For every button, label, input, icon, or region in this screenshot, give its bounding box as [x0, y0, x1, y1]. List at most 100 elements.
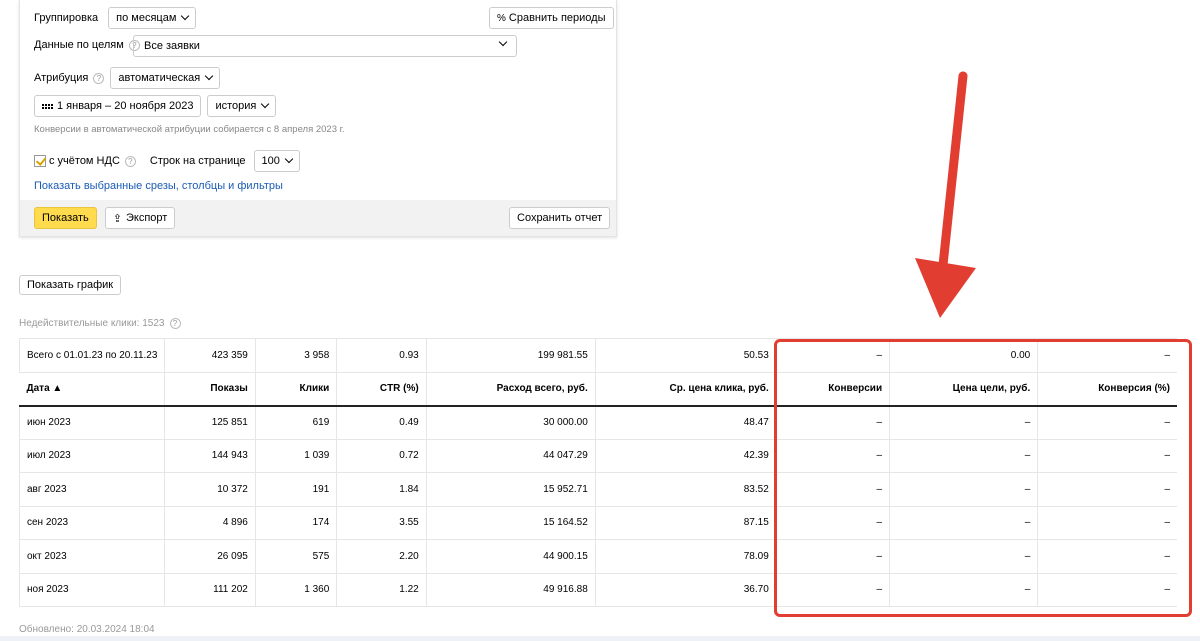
- total-cell: 0.00: [889, 338, 1039, 372]
- table-cell: 26 095: [164, 539, 256, 573]
- vat-label: с учётом НДС: [49, 155, 120, 167]
- column-header-impressions[interactable]: Показы: [164, 372, 256, 406]
- table-row: окт 2023 26 095 575 2.20 44 900.15 78.09– – –: [18, 539, 1177, 573]
- total-cell: 0.93: [336, 338, 427, 372]
- show-graph-button[interactable]: Показать график: [19, 275, 122, 295]
- calendar-icon: [42, 103, 53, 109]
- table-cell: 49 916.88: [426, 573, 596, 607]
- total-cell: –: [1164, 349, 1170, 361]
- table-cell: –: [1164, 450, 1170, 462]
- chevron-down-icon: [181, 11, 190, 21]
- table-body: июн 2023 125 851 619 0.49 30 000.00 48.47– – – и…: [18, 405, 1177, 607]
- total-cell: 3 958: [255, 338, 338, 372]
- show-slices-link[interactable]: Показать выбранные срезы, столбцы и филь…: [34, 180, 283, 192]
- chevron-down-icon: [498, 37, 508, 47]
- rows-per-page-dropdown[interactable]: 100: [253, 150, 300, 172]
- help-icon[interactable]: ?: [169, 318, 181, 329]
- table-cell: 575: [255, 539, 338, 573]
- total-row: Всего с 01.01.23 по 20.11.23 423 359 3 9…: [18, 338, 1177, 372]
- table-cell: –: [889, 539, 1039, 573]
- percent-icon: %: [497, 12, 506, 24]
- attribution-label: Атрибуция: [34, 72, 89, 84]
- panel-footer: Показать ⇪ Экспорт Сохранить отчет: [20, 200, 616, 236]
- table-row: июл 2023 144 943 1 039 0.72 44 047.29 42.39– –…: [18, 439, 1177, 473]
- table-cell: 125 851: [164, 405, 256, 439]
- show-button[interactable]: Показать: [34, 207, 97, 229]
- table-cell: 15 952.71: [426, 472, 596, 506]
- grouping-dropdown[interactable]: по месяцам: [108, 7, 197, 29]
- chevron-down-icon: [261, 99, 270, 109]
- table-cell: июн 2023: [18, 405, 166, 439]
- table-cell: –: [1164, 550, 1170, 562]
- history-dropdown[interactable]: история: [207, 95, 277, 117]
- table-cell: 619: [255, 405, 338, 439]
- chevron-down-icon: [204, 71, 214, 81]
- table-cell: окт 2023: [18, 539, 166, 573]
- total-cell: 199 981.55: [426, 338, 596, 372]
- table-cell: –: [776, 472, 891, 506]
- rows-per-page-value: 100: [261, 155, 280, 167]
- save-report-button[interactable]: Сохранить отчет: [509, 207, 611, 229]
- goals-label: Данные по целям: [34, 39, 124, 51]
- table-cell: 15 164.52: [426, 506, 596, 540]
- table-cell: июл 2023: [18, 439, 166, 473]
- table-cell: –: [889, 405, 1039, 439]
- table-cell: –: [889, 439, 1039, 473]
- vat-checkbox[interactable]: [34, 155, 46, 167]
- total-cell: 50.53: [595, 338, 777, 372]
- stats-table: Всего с 01.01.23 по 20.11.23 423 359 3 9…: [18, 338, 1177, 607]
- date-range-value: 1 января – 20 ноября 2023: [57, 100, 194, 112]
- goals-select[interactable]: Все заявки: [133, 35, 517, 57]
- table-cell: 30 000.00: [426, 405, 596, 439]
- total-cell: –: [776, 338, 891, 372]
- attribution-value: автоматическая: [118, 72, 201, 84]
- column-header-spend[interactable]: Расход всего, руб.: [426, 372, 596, 406]
- table-cell: 1 360: [255, 573, 338, 607]
- table-cell: –: [889, 573, 1039, 607]
- table-row: июн 2023 125 851 619 0.49 30 000.00 48.47– – –: [18, 405, 1177, 439]
- table-cell: –: [1164, 417, 1170, 428]
- total-cell: 423 359: [164, 338, 256, 372]
- chevron-down-icon: [284, 154, 294, 164]
- column-header-date[interactable]: Дата ▲: [19, 372, 166, 406]
- export-button[interactable]: ⇪ Экспорт: [104, 207, 176, 229]
- table-cell: –: [776, 539, 891, 573]
- table-cell: 78.09: [595, 539, 777, 573]
- table-cell: –: [1164, 483, 1170, 495]
- table-cell: 1.22: [336, 573, 427, 607]
- help-icon[interactable]: ?: [124, 155, 136, 167]
- grouping-label: Группировка: [34, 12, 99, 24]
- compare-periods-button[interactable]: % Сравнить периоды: [489, 7, 614, 29]
- header-row: Дата ▲ Показы Клики CTR (%) Расход всего…: [19, 372, 1177, 406]
- table-cell: 36.70: [595, 573, 777, 607]
- table-cell: 1.84: [336, 472, 427, 506]
- table-cell: 0.72: [336, 439, 427, 473]
- table-cell: 144 943: [164, 439, 256, 473]
- column-header-conversions[interactable]: Конверсии: [776, 372, 891, 406]
- column-header-clicks[interactable]: Клики: [255, 372, 338, 406]
- goals-value: Все заявки: [144, 40, 200, 52]
- table-cell: 0.49: [336, 405, 427, 439]
- table-row: ноя 2023 111 202 1 360 1.22 49 916.88 36.70– –…: [18, 573, 1177, 607]
- rows-per-page-label: Строк на странице: [149, 155, 246, 167]
- table-cell: 10 372: [164, 472, 256, 506]
- table-cell: 48.47: [595, 405, 777, 439]
- table-cell: 87.15: [595, 506, 777, 540]
- help-icon[interactable]: ?: [93, 72, 105, 84]
- updated-timestamp: Обновлено: 20.03.2024 18:04: [19, 624, 155, 635]
- table-cell: 42.39: [595, 439, 777, 473]
- history-value: история: [215, 100, 257, 112]
- table-cell: –: [889, 472, 1039, 506]
- attribution-dropdown[interactable]: автоматическая: [110, 67, 221, 89]
- column-header-goal-cost[interactable]: Цена цели, руб.: [889, 372, 1039, 406]
- table-cell: 174: [255, 506, 338, 540]
- table-cell: 4 896: [164, 506, 256, 540]
- column-header-avg-cpc[interactable]: Ср. цена клика, руб.: [595, 372, 777, 406]
- bottom-strip: [0, 636, 1200, 641]
- table-row: сен 2023 4 896 174 3.55 15 164.52 87.15– – –: [18, 506, 1177, 540]
- table-cell: 3.55: [336, 506, 427, 540]
- column-header-ctr[interactable]: CTR (%): [336, 372, 427, 406]
- date-range-picker[interactable]: 1 января – 20 ноября 2023: [34, 95, 202, 117]
- invalid-clicks-text: Недействительные клики: 1523: [19, 318, 165, 329]
- column-header-conversion-rate[interactable]: Конверсия (%): [1038, 372, 1177, 406]
